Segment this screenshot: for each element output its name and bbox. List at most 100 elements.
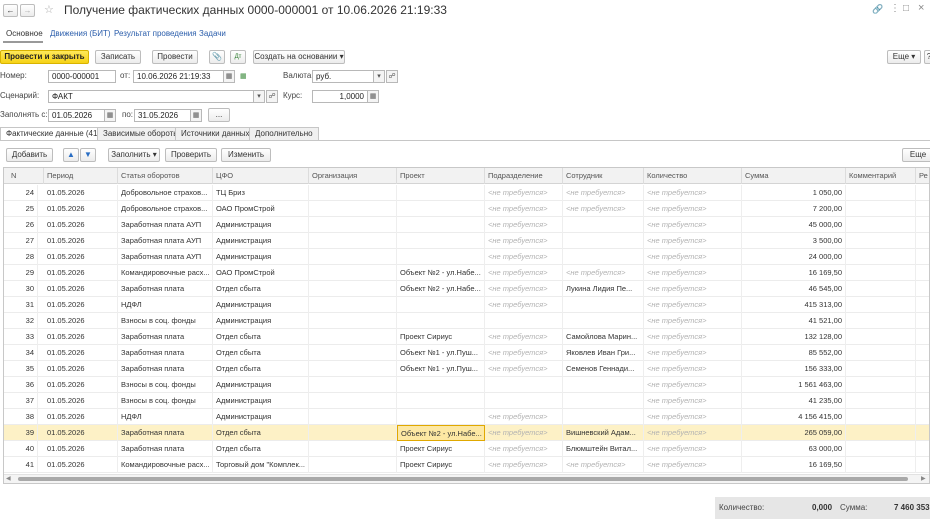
cell-turnover-item[interactable]: Добровольное страхов... [118, 185, 213, 201]
cell-organization[interactable] [309, 313, 397, 329]
cell-n[interactable]: 25 [4, 201, 38, 217]
cell-cfo[interactable]: Администрация [213, 409, 309, 425]
cell-employee[interactable] [563, 233, 644, 249]
cell-employee[interactable] [563, 377, 644, 393]
cell-quantity[interactable]: <не требуется> [644, 441, 742, 457]
cell-period[interactable]: 01.05.2026 [44, 377, 118, 393]
cell-period[interactable]: 01.05.2026 [44, 185, 118, 201]
date-field[interactable]: 10.06.2026 21:19:33 [133, 70, 224, 83]
cell-project[interactable] [397, 185, 485, 201]
cell-quantity[interactable]: <не требуется> [644, 361, 742, 377]
column-header-period[interactable]: Период [44, 168, 118, 184]
table-row[interactable]: 29 01.05.2026 Командировочные расх... ОАО П… [4, 265, 929, 281]
calculator-icon[interactable]: ▦ [367, 90, 379, 103]
cell-comment[interactable] [846, 281, 916, 297]
cell-organization[interactable] [309, 185, 397, 201]
column-header-comment[interactable]: Комментарий [846, 168, 916, 184]
cell-comment[interactable] [846, 233, 916, 249]
cell-organization[interactable] [309, 265, 397, 281]
change-button[interactable]: Изменить [221, 148, 271, 162]
cell-project[interactable] [397, 377, 485, 393]
cell-department[interactable]: <не требуется> [485, 201, 563, 217]
cell-employee[interactable] [563, 217, 644, 233]
cell-department[interactable]: <не требуется> [485, 265, 563, 281]
cell-quantity[interactable]: <не требуется> [644, 393, 742, 409]
cell-period[interactable]: 01.05.2026 [44, 201, 118, 217]
cell-organization[interactable] [309, 281, 397, 297]
cell-amount[interactable]: 85 552,00 [742, 345, 846, 361]
cell-period[interactable]: 01.05.2026 [44, 281, 118, 297]
create-based-on-button[interactable]: Создать на основании ▾ [253, 50, 345, 64]
scrollbar-thumb[interactable] [18, 477, 908, 481]
cell-project[interactable]: Объект №2 - ул.Набе... [397, 425, 485, 441]
table-row[interactable]: 27 01.05.2026 Заработная плата АУП Админист… [4, 233, 929, 249]
cell-employee[interactable]: <не требуется> [563, 457, 644, 473]
table-row[interactable]: 35 01.05.2026 Заработная плата Отдел сбыта О… [4, 361, 929, 377]
data-table[interactable]: N Период Статья оборотов ЦФО Организация Прое… [3, 167, 930, 484]
cell-period[interactable]: 01.05.2026 [44, 345, 118, 361]
post-and-close-button[interactable]: Провести и закрыть [0, 50, 89, 64]
table-row[interactable]: 41 01.05.2026 Командировочные расх... Торго… [4, 457, 929, 473]
cell-n[interactable]: 41 [4, 457, 38, 473]
dt-kt-icon[interactable]: Дт [230, 50, 246, 64]
scroll-left-icon[interactable]: ◀ [6, 475, 11, 482]
cell-employee[interactable]: Блюмштейн Витал... [563, 441, 644, 457]
table-row[interactable]: 30 01.05.2026 Заработная плата Отдел сбыта О… [4, 281, 929, 297]
cell-comment[interactable] [846, 313, 916, 329]
cell-organization[interactable] [309, 297, 397, 313]
column-header-employee[interactable]: Сотрудник [563, 168, 644, 184]
cell-turnover-item[interactable]: Командировочные расх... [118, 265, 213, 281]
cell-organization[interactable] [309, 377, 397, 393]
cell-amount[interactable]: 1 050,00 [742, 185, 846, 201]
cell-comment[interactable] [846, 345, 916, 361]
cell-department[interactable] [485, 377, 563, 393]
back-button[interactable]: ← [3, 4, 18, 17]
cell-comment[interactable] [846, 393, 916, 409]
cell-department[interactable]: <не требуется> [485, 217, 563, 233]
cell-cfo[interactable]: Отдел сбыта [213, 345, 309, 361]
move-up-icon[interactable]: ▲ [63, 148, 79, 162]
cell-amount[interactable]: 1 561 463,00 [742, 377, 846, 393]
more-button[interactable]: Еще ▾ [887, 50, 921, 64]
table-row[interactable]: 32 01.05.2026 Взносы в соц. фонды Администр… [4, 313, 929, 329]
cell-amount[interactable]: 3 500,00 [742, 233, 846, 249]
help-button[interactable]: ? [924, 50, 930, 64]
cell-project[interactable] [397, 217, 485, 233]
cell-project[interactable] [397, 249, 485, 265]
cell-employee[interactable]: <не требуется> [563, 185, 644, 201]
cell-n[interactable]: 37 [4, 393, 38, 409]
cell-turnover-item[interactable]: НДФЛ [118, 297, 213, 313]
cell-cfo[interactable]: Администрация [213, 393, 309, 409]
table-row[interactable]: 31 01.05.2026 НДФЛ Администрация <не требует… [4, 297, 929, 313]
table-row[interactable]: 36 01.05.2026 Взносы в соц. фонды Администр… [4, 377, 929, 393]
cell-amount[interactable]: 46 545,00 [742, 281, 846, 297]
cell-turnover-item[interactable]: Заработная плата АУП [118, 249, 213, 265]
table-row[interactable]: 24 01.05.2026 Добровольное страхов... ТЦ Бр… [4, 185, 929, 201]
cell-project[interactable]: Объект №2 - ул.Набе... [397, 281, 485, 297]
cell-project[interactable] [397, 393, 485, 409]
cell-department[interactable]: <не требуется> [485, 281, 563, 297]
cell-amount[interactable]: 156 333,00 [742, 361, 846, 377]
cell-turnover-item[interactable]: Заработная плата АУП [118, 217, 213, 233]
table-row[interactable]: 38 01.05.2026 НДФЛ Администрация <не требует… [4, 409, 929, 425]
cell-cfo[interactable]: ОАО ПромСтрой [213, 201, 309, 217]
cell-quantity[interactable]: <не требуется> [644, 297, 742, 313]
column-header-quantity[interactable]: Количество [644, 168, 742, 184]
cell-amount[interactable]: 4 156 415,00 [742, 409, 846, 425]
cell-turnover-item[interactable]: Заработная плата [118, 281, 213, 297]
cell-organization[interactable] [309, 393, 397, 409]
cell-employee[interactable] [563, 393, 644, 409]
cell-comment[interactable] [846, 201, 916, 217]
cell-quantity[interactable]: <не требуется> [644, 201, 742, 217]
cell-organization[interactable] [309, 249, 397, 265]
cell-comment[interactable] [846, 265, 916, 281]
cell-comment[interactable] [846, 457, 916, 473]
cell-department[interactable]: <не требуется> [485, 233, 563, 249]
scenario-field[interactable]: ФАКТ [48, 90, 254, 103]
cell-cfo[interactable]: Администрация [213, 233, 309, 249]
cell-n[interactable]: 32 [4, 313, 38, 329]
cell-turnover-item[interactable]: Командировочные расх... [118, 457, 213, 473]
cell-amount[interactable]: 63 000,00 [742, 441, 846, 457]
cell-employee[interactable] [563, 313, 644, 329]
column-header-n[interactable]: N [4, 168, 44, 184]
